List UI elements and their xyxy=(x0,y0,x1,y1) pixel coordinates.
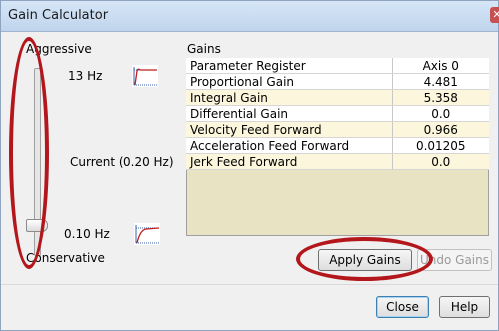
close-button[interactable]: Close xyxy=(376,296,429,318)
table-row[interactable]: Velocity Feed Forward 0.966 xyxy=(186,121,489,138)
help-button[interactable]: Help xyxy=(439,296,490,318)
aggressiveness-slider-thumb[interactable] xyxy=(26,219,48,232)
table-row[interactable]: Integral Gain 5.358 xyxy=(186,89,489,106)
parameter-value[interactable]: 5.358 xyxy=(392,89,489,106)
parameter-name: Differential Gain xyxy=(186,105,393,122)
undo-gains-button[interactable]: Undo Gains xyxy=(417,249,492,271)
gains-table-header: Parameter Register Axis 0 xyxy=(186,58,489,74)
parameter-name: Acceleration Feed Forward xyxy=(186,137,393,154)
parameter-value[interactable]: 0.966 xyxy=(392,121,489,138)
parameter-value[interactable]: 0.01205 xyxy=(392,137,489,154)
column-header-parameter: Parameter Register xyxy=(186,58,393,74)
apply-gains-button[interactable]: Apply Gains xyxy=(318,249,412,271)
table-row[interactable]: Acceleration Feed Forward 0.01205 xyxy=(186,137,489,154)
parameter-value[interactable]: 4.481 xyxy=(392,73,489,90)
table-row[interactable]: Differential Gain 0.0 xyxy=(186,105,489,122)
table-row[interactable]: Jerk Feed Forward 0.0 xyxy=(186,153,489,170)
parameter-name: Velocity Feed Forward xyxy=(186,121,393,138)
aggressive-label: Aggressive xyxy=(26,42,92,56)
step-response-slow-icon xyxy=(134,223,160,245)
conservative-label: Conservative xyxy=(26,251,105,265)
step-response-fast-icon xyxy=(132,65,158,87)
gains-table: Parameter Register Axis 0 Proportional G… xyxy=(186,58,489,170)
parameter-name: Integral Gain xyxy=(186,89,393,106)
parameter-name: Proportional Gain xyxy=(186,73,393,90)
gain-calculator-window: Gain Calculator ✕ Aggressive 13 Hz Curre… xyxy=(0,0,499,331)
column-header-axis: Axis 0 xyxy=(392,58,489,74)
footer-divider xyxy=(1,284,498,285)
current-frequency-value: 0.20 Hz) xyxy=(123,155,174,169)
current-label: Current ( xyxy=(70,155,124,169)
parameter-name: Jerk Feed Forward xyxy=(186,153,393,170)
window-close-button[interactable]: ✕ xyxy=(490,7,499,23)
low-frequency-label: 0.10 Hz xyxy=(64,227,110,241)
title-bar: Gain Calculator ✕ xyxy=(1,1,499,32)
gains-group-label: Gains xyxy=(187,42,221,56)
slider-highlight-oval xyxy=(9,37,49,269)
parameter-value[interactable]: 0.0 xyxy=(392,105,489,122)
window-title: Gain Calculator xyxy=(8,8,109,23)
high-frequency-label: 13 Hz xyxy=(68,69,103,83)
table-row[interactable]: Proportional Gain 4.481 xyxy=(186,73,489,90)
parameter-value[interactable]: 0.0 xyxy=(392,153,489,170)
